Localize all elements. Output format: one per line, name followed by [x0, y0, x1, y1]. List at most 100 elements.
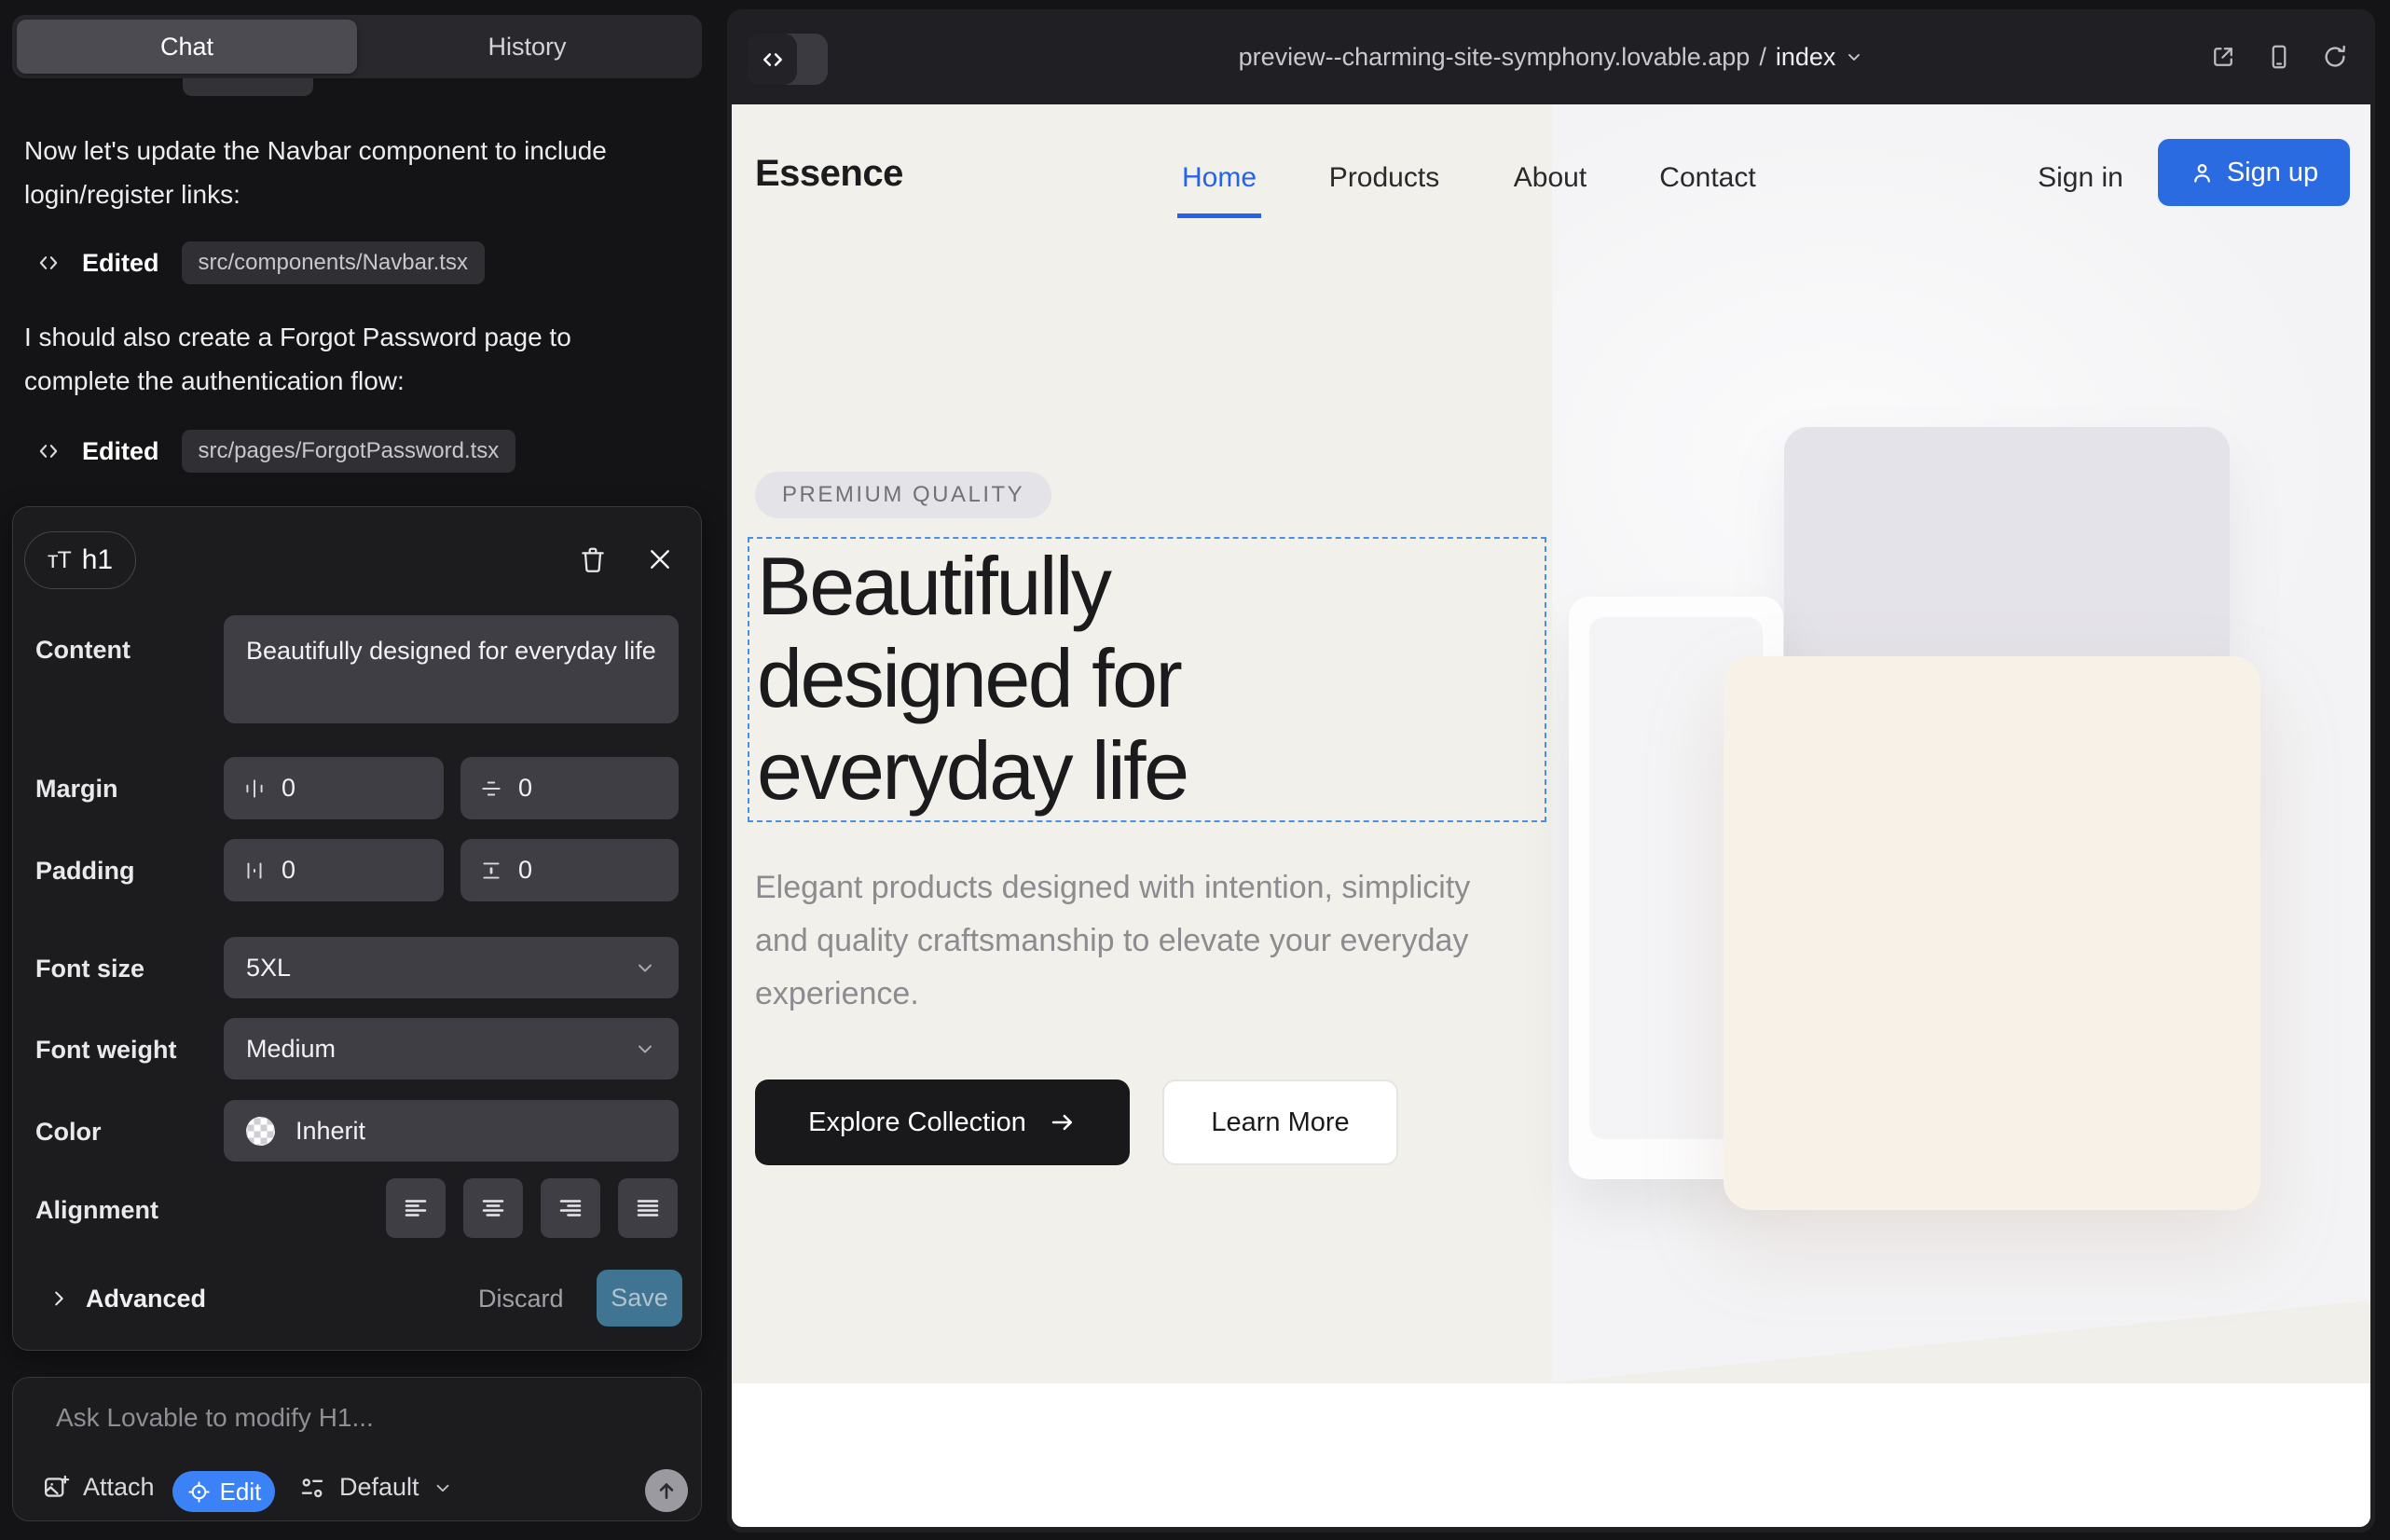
- hero-paragraph: Elegant products designed with intention…: [755, 861, 1473, 1021]
- edit-label: Edit: [220, 1478, 262, 1506]
- font-weight-value: Medium: [246, 1035, 336, 1064]
- url-separator: /: [1759, 43, 1766, 72]
- code-icon: [759, 46, 787, 74]
- align-left-button[interactable]: [386, 1178, 446, 1238]
- delete-element-button[interactable]: [572, 539, 613, 580]
- mode-label: Default: [339, 1473, 419, 1502]
- font-weight-select[interactable]: Medium: [224, 1018, 679, 1079]
- code-preview-toggle[interactable]: [748, 34, 828, 85]
- nav-link-home[interactable]: Home: [1182, 162, 1257, 194]
- edited-label: Edited: [82, 249, 159, 278]
- chat-history-tabbar: Chat History: [12, 15, 702, 78]
- padding-y-value: 0: [518, 856, 532, 885]
- mode-selector[interactable]: Default: [298, 1473, 453, 1502]
- preview-topbar: preview--charming-site-symphony.lovable.…: [727, 9, 2375, 104]
- user-icon: [2190, 160, 2215, 186]
- learn-more-button[interactable]: Learn More: [1162, 1079, 1398, 1165]
- save-button[interactable]: Save: [597, 1270, 682, 1327]
- edited-label: Edited: [82, 437, 159, 466]
- edited-file-pill[interactable]: src/components/Navbar.tsx: [182, 241, 485, 284]
- alignment-group: [386, 1178, 678, 1238]
- explore-collection-button[interactable]: Explore Collection: [755, 1079, 1130, 1165]
- hero-badge: PREMIUM QUALITY: [755, 472, 1051, 518]
- chevron-down-icon: [1845, 48, 1863, 66]
- margin-x-value: 0: [282, 774, 295, 803]
- mobile-view-icon[interactable]: [2265, 43, 2293, 71]
- content-label: Content: [35, 636, 130, 665]
- element-tag-label: h1: [82, 544, 113, 576]
- chevron-down-icon: [634, 956, 656, 979]
- attach-button[interactable]: Attach: [41, 1473, 155, 1502]
- margin-y-input[interactable]: 0: [460, 757, 679, 819]
- nav-link-contact[interactable]: Contact: [1659, 162, 1755, 194]
- color-value: Inherit: [295, 1117, 365, 1146]
- selected-element-chip: тT h1: [24, 531, 136, 589]
- chat-message: Now let's update the Navbar component to…: [24, 129, 677, 216]
- nav-link-products[interactable]: Products: [1329, 162, 1439, 194]
- arrow-right-icon: [1049, 1108, 1077, 1136]
- tab-history[interactable]: History: [357, 20, 697, 74]
- typography-icon: тT: [48, 547, 71, 574]
- sign-in-link[interactable]: Sign in: [2038, 162, 2123, 194]
- align-center-button[interactable]: [463, 1178, 523, 1238]
- open-external-icon[interactable]: [2209, 43, 2237, 71]
- margin-x-input[interactable]: 0: [224, 757, 444, 819]
- tab-chat[interactable]: Chat: [17, 20, 357, 74]
- hero-heading-line: Beautifully: [757, 540, 1545, 632]
- site-logo[interactable]: Essence: [755, 153, 903, 195]
- edited-file-pill[interactable]: src/pages/ForgotPassword.tsx: [182, 430, 516, 473]
- content-input[interactable]: Beautifully designed for everyday life: [224, 615, 679, 723]
- sign-up-label: Sign up: [2227, 158, 2318, 188]
- url-page: index: [1776, 43, 1836, 72]
- attach-image-icon: [41, 1473, 70, 1502]
- padding-horizontal-icon: [242, 859, 267, 883]
- code-icon: [35, 250, 62, 276]
- padding-vertical-icon: [479, 859, 503, 883]
- url-display[interactable]: preview--charming-site-symphony.lovable.…: [1239, 43, 1864, 72]
- edited-file-row: Edited src/pages/ForgotPassword.tsx: [35, 429, 515, 474]
- font-size-label: Font size: [35, 955, 144, 983]
- site-viewport: Essence Home Products About Contact Sign…: [732, 104, 2370, 1527]
- hero-heading-line: everyday life: [757, 724, 1545, 817]
- target-icon: [186, 1479, 212, 1505]
- code-toggle-segment[interactable]: [748, 34, 797, 85]
- arrow-up-icon: [654, 1478, 679, 1503]
- advanced-label: Advanced: [86, 1285, 206, 1313]
- margin-y-value: 0: [518, 774, 532, 803]
- margin-label: Margin: [35, 775, 118, 804]
- sliders-icon: [298, 1474, 326, 1502]
- scrolled-file-pill-partial: [183, 78, 313, 96]
- advanced-toggle[interactable]: Advanced: [48, 1279, 206, 1318]
- sign-up-button[interactable]: Sign up: [2158, 139, 2350, 206]
- preview-actions: [2209, 9, 2349, 104]
- color-select[interactable]: Inherit: [224, 1100, 679, 1162]
- padding-x-value: 0: [282, 856, 295, 885]
- code-icon: [35, 438, 62, 464]
- align-right-button[interactable]: [541, 1178, 600, 1238]
- color-label: Color: [35, 1118, 102, 1147]
- margin-vertical-icon: [479, 777, 503, 801]
- discard-button[interactable]: Discard: [478, 1285, 564, 1313]
- composer-input[interactable]: [54, 1395, 651, 1441]
- chevron-right-icon: [48, 1288, 69, 1309]
- font-size-select[interactable]: 5XL: [224, 937, 679, 998]
- color-swatch: [246, 1117, 275, 1146]
- font-size-value: 5XL: [246, 954, 291, 983]
- font-weight-label: Font weight: [35, 1036, 176, 1065]
- refresh-icon[interactable]: [2321, 43, 2349, 71]
- nav-link-about[interactable]: About: [1514, 162, 1586, 194]
- padding-y-input[interactable]: 0: [460, 839, 679, 901]
- attach-label: Attach: [83, 1473, 155, 1502]
- send-button[interactable]: [645, 1469, 688, 1512]
- padding-x-input[interactable]: 0: [224, 839, 444, 901]
- margin-horizontal-icon: [242, 777, 267, 801]
- close-editor-button[interactable]: [639, 539, 680, 580]
- align-justify-button[interactable]: [618, 1178, 678, 1238]
- selected-h1-outline[interactable]: Beautifully designed for everyday life: [748, 537, 1546, 822]
- edit-mode-button[interactable]: Edit: [172, 1471, 275, 1512]
- alignment-label: Alignment: [35, 1196, 158, 1225]
- preview-browser-frame: preview--charming-site-symphony.lovable.…: [727, 9, 2375, 1533]
- padding-label: Padding: [35, 857, 135, 886]
- url-host: preview--charming-site-symphony.lovable.…: [1239, 43, 1751, 72]
- chevron-down-icon: [634, 1038, 656, 1060]
